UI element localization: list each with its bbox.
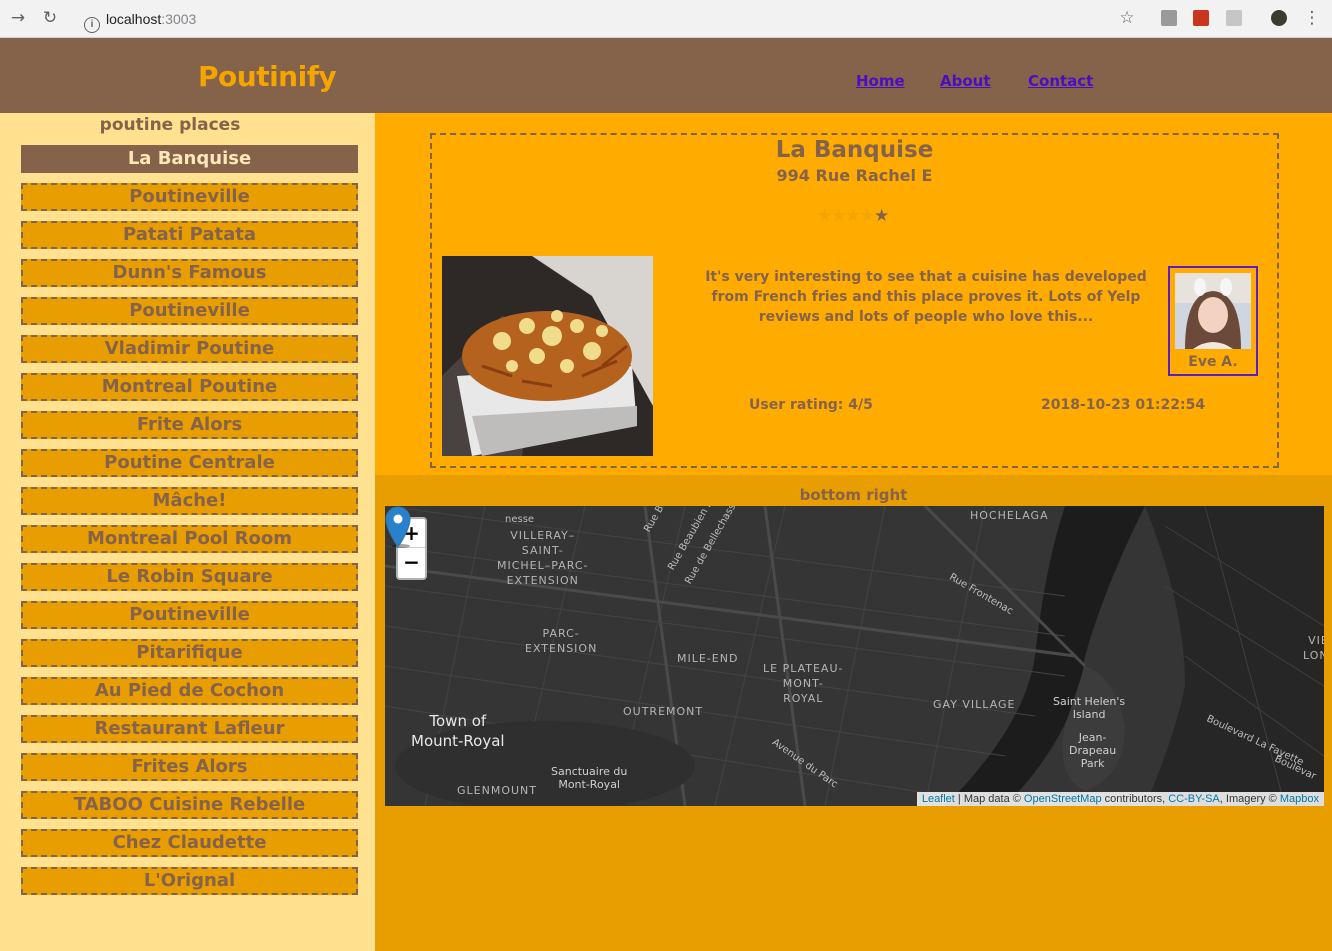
app-header: Poutinify Home About Contact (0, 38, 1332, 113)
map-place-label: Sanctuaire du Mont-Royal (551, 765, 628, 791)
user-rating: User rating: 4/5 (749, 397, 873, 413)
profile-avatar-icon[interactable] (1271, 10, 1287, 26)
map-place-label: Jean- Drapeau Park (1069, 731, 1117, 770)
map-section-title: bottom right (799, 486, 908, 504)
brand-logo[interactable]: Poutinify (198, 60, 337, 93)
zoom-out-button[interactable]: − (398, 548, 425, 577)
place-list-item[interactable]: L'Orignal (21, 867, 358, 895)
review-timestamp: 2018-10-23 01:22:54 (1041, 397, 1206, 413)
map-place-label: VIEI LONG (1303, 634, 1324, 662)
place-list-item[interactable]: Vladimir Poutine (21, 335, 358, 363)
place-list-item[interactable]: Frite Alors (21, 411, 358, 439)
place-list-item[interactable]: Dunn's Famous (21, 259, 358, 287)
place-list-item[interactable]: Restaurant Lafleur (21, 715, 358, 743)
attribution-text: , Imagery © (1219, 793, 1280, 805)
license-link[interactable]: CC-BY-SA (1168, 793, 1220, 805)
place-list-item[interactable]: Poutineville (21, 601, 358, 629)
place-list-item[interactable]: Le Robin Square (21, 563, 358, 591)
place-list-item[interactable]: TABOO Cuisine Rebelle (21, 791, 358, 819)
star-empty-icon: ★ (874, 206, 889, 226)
map-place-label: GLENMOUNT (457, 784, 537, 797)
bookmark-star-icon[interactable]: ☆ (1117, 8, 1137, 28)
map-panel: bottom right nesse Rue Béla Rue Beaubien… (375, 475, 1332, 951)
place-list-item[interactable]: La Banquise (21, 145, 358, 173)
place-list-item[interactable]: Mâche! (21, 487, 358, 515)
place-list-item[interactable]: Poutine Centrale (21, 449, 358, 477)
place-address: 994 Rue Rachel E (776, 166, 933, 185)
leaflet-map[interactable]: nesse Rue Béla Rue Beaubien Est Rue de B… (385, 506, 1324, 806)
place-list-item[interactable]: Au Pied de Cochon (21, 677, 358, 705)
nav-contact-link[interactable]: Contact (1028, 72, 1093, 90)
url-host: localhost (106, 11, 162, 27)
reviewer-card[interactable]: Eve A. (1168, 266, 1258, 376)
place-list-item[interactable]: Chez Claudette (21, 829, 358, 857)
map-place-label: HOCHELAGA (970, 509, 1049, 522)
star-filled-icon: ★ (817, 206, 832, 226)
url-port: :3003 (161, 11, 197, 27)
back-arrow-icon[interactable]: → (8, 8, 28, 28)
map-place-label: Town of Mount-Royal (411, 712, 505, 750)
osm-link[interactable]: OpenStreetMap (1024, 793, 1102, 805)
street-label: nesse (505, 514, 535, 525)
leaflet-link[interactable]: Leaflet (922, 793, 955, 805)
place-card: La Banquise 994 Rue Rachel E ★★★★★ It's … (430, 133, 1279, 468)
map-place-label: VILLERAY– SAINT- MICHEL–PARC- EXTENSION (497, 529, 589, 587)
map-place-label: LE PLATEAU- MONT- ROYAL (763, 662, 844, 705)
review-text: It's very interesting to see that a cuis… (705, 269, 1147, 325)
extension-icon[interactable] (1193, 10, 1209, 26)
poutine-photo (442, 256, 653, 456)
star-filled-icon: ★ (845, 206, 861, 226)
map-marker-icon[interactable] (385, 506, 411, 548)
extension-icon[interactable] (1226, 10, 1242, 26)
places-sidebar: poutine places La Banquise Poutineville Pa… (0, 113, 375, 951)
reviewer-name: Eve A. (1188, 354, 1238, 370)
mapbox-link[interactable]: Mapbox (1280, 793, 1319, 805)
map-place-label: MILE-END (677, 652, 739, 665)
reload-icon[interactable]: ↻ (40, 8, 60, 28)
place-list-item[interactable]: Montreal Pool Room (21, 525, 358, 553)
detail-panel: La Banquise 994 Rue Rachel E ★★★★★ It's … (375, 113, 1332, 475)
map-place-label: GAY VILLAGE (933, 698, 1016, 711)
browser-toolbar: → ↻ i localhost:3003 ☆ ⋮ (0, 0, 1332, 38)
place-list-item[interactable]: Frites Alors (21, 753, 358, 781)
star-filled-icon: ★ (831, 206, 846, 226)
address-bar[interactable]: i localhost:3003 (80, 5, 1150, 33)
place-list-item[interactable]: Pitarifique (21, 639, 358, 667)
place-name: La Banquise (775, 137, 934, 163)
nav-about-link[interactable]: About (940, 72, 991, 90)
extension-icon[interactable] (1161, 10, 1177, 26)
sidebar-title: poutine places (99, 115, 241, 135)
map-attribution: Leaflet | Map data © OpenStreetMap contr… (916, 792, 1324, 806)
reviewer-avatar (1175, 273, 1251, 349)
more-menu-icon[interactable]: ⋮ (1302, 8, 1322, 28)
map-place-label: Saint Helen's Island (1053, 695, 1126, 721)
nav-home-link[interactable]: Home (856, 72, 905, 90)
place-list-item[interactable]: Poutineville (21, 297, 358, 325)
star-rating: ★★★★★ (817, 206, 889, 226)
map-place-label: PARC- EXTENSION (525, 627, 598, 655)
site-info-icon[interactable]: i (84, 17, 100, 33)
map-place-label: OUTREMONT (623, 705, 704, 718)
place-list-item[interactable]: Patati Patata (21, 221, 358, 249)
star-filled-icon: ★ (859, 206, 875, 226)
attribution-text: contributors, (1101, 793, 1169, 805)
place-list-item[interactable]: Montreal Poutine (21, 373, 358, 401)
place-list-item[interactable]: Poutineville (21, 183, 358, 211)
attribution-text: | Map data © (954, 793, 1024, 805)
